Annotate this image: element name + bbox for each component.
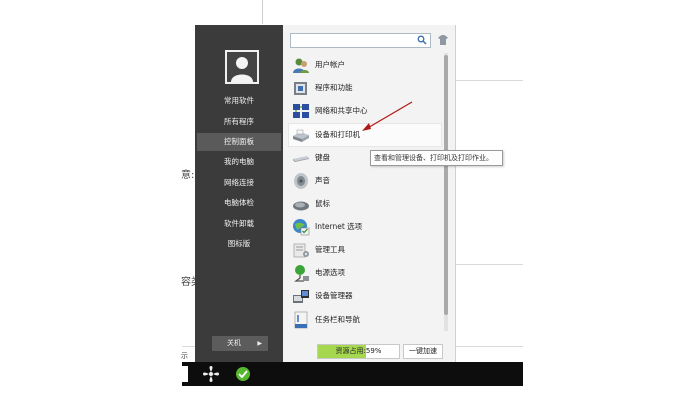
cp-item-taskbar-navigation[interactable]: 任务栏和导航 xyxy=(289,309,441,331)
scrollbar-thumb[interactable] xyxy=(444,55,448,315)
cp-item-power-options[interactable]: 电源选项 xyxy=(289,262,441,284)
device-manager-icon xyxy=(293,290,309,303)
nav-all-programs[interactable]: 所有程序 xyxy=(195,113,283,131)
doc-rule xyxy=(182,346,195,347)
nav-control-panel[interactable]: 控制面板 xyxy=(197,133,281,151)
shutdown-arrow-icon[interactable]: ▶ xyxy=(257,336,262,351)
mouse-icon xyxy=(293,201,309,211)
printer-icon xyxy=(293,129,309,142)
item-label: 设备管理器 xyxy=(315,291,353,300)
cp-item-device-manager[interactable]: 设备管理器 xyxy=(289,285,441,307)
programs-icon xyxy=(294,82,307,95)
internet-icon xyxy=(293,219,310,236)
shutdown-button[interactable]: 关机 ▶ xyxy=(212,336,268,351)
cp-item-programs-features[interactable]: 程序和功能 xyxy=(289,77,441,99)
cp-item-network-sharing[interactable]: 网络和共享中心 xyxy=(289,100,441,122)
green-app-icon[interactable] xyxy=(234,365,252,383)
nav-label: 图标版 xyxy=(227,239,251,248)
start-menu-right-panel: 用户帐户 程序和功能 网络和共享中心 设备和打印机 键盘 声音 鼠标 Inter… xyxy=(283,25,456,362)
network-icon xyxy=(293,104,309,118)
nav-common-software[interactable]: 常用软件 xyxy=(195,92,283,110)
item-label: Internet 选项 xyxy=(315,222,363,231)
item-label: 程序和功能 xyxy=(315,83,353,92)
cp-item-admin-tools[interactable]: 管理工具 xyxy=(289,239,441,261)
nav-label: 所有程序 xyxy=(224,117,254,126)
nav-label: 电脑体检 xyxy=(224,198,254,207)
nav-label: 网络连接 xyxy=(224,178,254,187)
doc-rule xyxy=(455,80,523,81)
search-box[interactable] xyxy=(290,33,431,48)
keyboard-icon xyxy=(293,156,309,162)
speaker-icon xyxy=(294,173,308,189)
item-label: 电源选项 xyxy=(315,268,345,277)
cp-item-internet-options[interactable]: Internet 选项 xyxy=(289,216,441,238)
resource-usage-meter[interactable]: 资源占用:59% xyxy=(317,344,400,359)
item-label: 声音 xyxy=(315,176,330,185)
doc-rule xyxy=(455,264,523,265)
nav-my-computer[interactable]: 我的电脑 xyxy=(195,153,283,171)
item-label: 设备和打印机 xyxy=(315,130,360,139)
nav-label: 我的电脑 xyxy=(224,157,254,166)
nav-icon-mode[interactable]: 图标版 xyxy=(195,235,283,253)
item-label: 管理工具 xyxy=(315,245,345,254)
start-menu-left-panel: 常用软件 所有程序 控制面板 我的电脑 网络连接 电脑体检 软件卸载 图标版 关… xyxy=(195,25,283,362)
nav-label: 常用软件 xyxy=(224,96,254,105)
tooltip: 查看和管理设备、打印机及打印作业。 xyxy=(370,150,503,166)
nav-pc-checkup[interactable]: 电脑体检 xyxy=(195,194,283,212)
item-label: 任务栏和导航 xyxy=(315,315,360,324)
nav-network-connections[interactable]: 网络连接 xyxy=(195,174,283,192)
fan-app-icon[interactable] xyxy=(202,365,220,383)
power-icon xyxy=(294,265,309,282)
nav-label: 软件卸载 xyxy=(224,219,254,228)
cp-item-user-accounts[interactable]: 用户帐户 xyxy=(289,54,441,76)
users-icon xyxy=(293,58,309,73)
scrollbar[interactable] xyxy=(444,53,448,331)
doc-text: 示 xyxy=(181,352,188,360)
user-avatar[interactable] xyxy=(225,50,259,84)
cp-item-devices-printers[interactable]: 设备和打印机 xyxy=(288,123,442,147)
nav-uninstall-software[interactable]: 软件卸载 xyxy=(195,215,283,233)
doc-rule xyxy=(455,346,523,347)
taskbar-edge xyxy=(182,366,188,382)
doc-divider xyxy=(262,0,263,24)
resource-usage-label: 资源占用:59% xyxy=(335,347,382,355)
taskbar xyxy=(182,362,523,386)
admin-tools-icon xyxy=(293,243,309,258)
skin-shirt-icon[interactable] xyxy=(437,34,449,46)
shutdown-label: 关机 xyxy=(227,339,241,347)
one-click-speedup-button[interactable]: 一键加速 xyxy=(403,344,443,359)
doc-text: 意: xyxy=(181,170,195,181)
item-label: 鼠标 xyxy=(315,199,330,208)
nav-label: 控制面板 xyxy=(224,137,254,146)
cp-item-mouse[interactable]: 鼠标 xyxy=(289,193,441,215)
item-label: 网络和共享中心 xyxy=(315,106,368,115)
item-label: 键盘 xyxy=(315,153,330,162)
user-silhouette-icon xyxy=(231,57,253,82)
cp-item-sound[interactable]: 声音 xyxy=(289,170,441,192)
item-label: 用户帐户 xyxy=(315,60,345,69)
search-icon[interactable] xyxy=(417,35,427,45)
taskbar-icon xyxy=(294,311,308,329)
